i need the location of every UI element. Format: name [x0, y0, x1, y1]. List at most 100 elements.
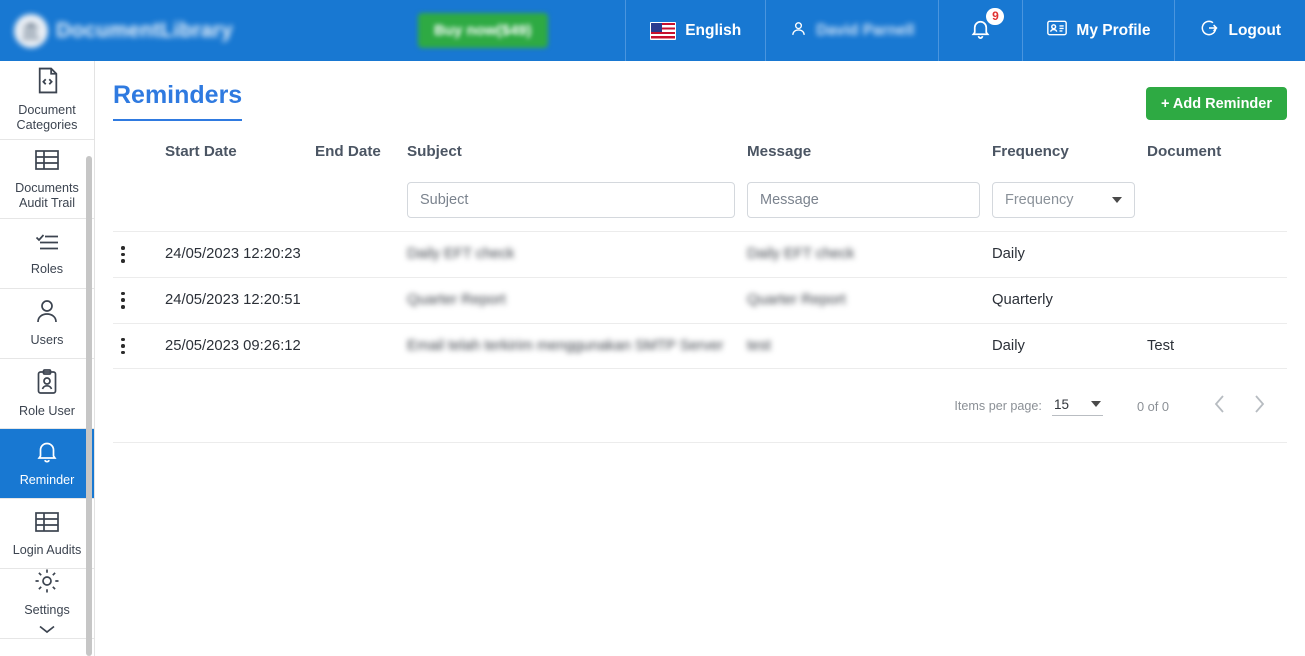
filter-cell-frequency: Frequency: [992, 174, 1147, 232]
sidebar-item-label: Documents Audit Trail: [15, 180, 79, 210]
user-account-menu[interactable]: David Parnell: [765, 0, 938, 61]
top-header-bar: DocumentLibrary Buy now($49) English Dav…: [0, 0, 1305, 61]
column-header-subject: Subject: [407, 143, 462, 160]
column-header-message: Message: [747, 143, 812, 160]
row-menu-cell: [113, 277, 165, 324]
filter-cell-document: [1147, 174, 1287, 232]
code-file-icon: [35, 67, 60, 99]
table-row[interactable]: 25/05/2023 09:26:12 Email telah terkirim…: [113, 323, 1287, 370]
kebab-menu-icon[interactable]: [113, 246, 165, 263]
column-header-document: Document: [1147, 143, 1222, 160]
cell-subject-text: Quarter Report: [407, 292, 506, 309]
sidebar-item-label: Users: [30, 333, 64, 347]
cell-message: Quarter Report: [747, 277, 992, 324]
language-selector[interactable]: English: [625, 0, 765, 61]
cell-subject-text: Email telah terkirim menggunakan SMTP Se…: [407, 337, 724, 354]
column-header-menu: [113, 143, 165, 174]
cell-subject: Email telah terkirim menggunakan SMTP Se…: [407, 323, 747, 370]
items-per-page-label: Items per page:: [954, 399, 1042, 414]
cell-document: [1147, 231, 1287, 278]
id-card-icon: [1047, 20, 1068, 41]
sidebar-item-reminder[interactable]: Reminder: [0, 429, 94, 499]
items-per-page-select[interactable]: 15: [1051, 396, 1103, 416]
cell-subject-text: Daily EFT check: [407, 246, 515, 263]
next-page-button[interactable]: [1239, 386, 1279, 426]
sidebar-item-document-categories[interactable]: Document Categories: [0, 61, 94, 140]
us-flag-icon: [650, 21, 677, 40]
sidebar-item-role-user[interactable]: Role User: [0, 359, 94, 429]
filter-cell-message: [747, 174, 992, 232]
cell-subject: Daily EFT check: [407, 231, 747, 278]
cell-message-text: test: [747, 337, 771, 354]
sidebar-item-roles[interactable]: Roles: [0, 219, 94, 289]
logout-icon: [1199, 18, 1219, 43]
library-building-icon: [14, 13, 48, 48]
chevron-down-icon: [1090, 401, 1101, 408]
cell-end-date: [315, 231, 407, 278]
filter-cell-menu: [113, 174, 165, 232]
cell-start-date: 25/05/2023 09:26:12: [165, 323, 315, 370]
bell-icon: 9: [969, 7, 1005, 45]
header-flex-gap: [548, 0, 626, 61]
header-spacer: [300, 0, 418, 61]
filter-cell-start-date: [165, 174, 315, 232]
reminders-table: Start Date End Date Subject Message Freq…: [113, 143, 1287, 370]
cell-message-text: Quarter Report: [747, 292, 846, 309]
gear-icon: [34, 568, 60, 599]
sidebar-item-label: Login Audits: [12, 542, 82, 557]
brand-logo-area[interactable]: DocumentLibrary: [0, 0, 300, 61]
table-paginator: Items per page: 15 0 of 0: [113, 369, 1287, 444]
buy-now-button[interactable]: Buy now($49): [418, 13, 548, 48]
cell-document: Test: [1147, 323, 1287, 370]
cell-subject: Quarter Report: [407, 277, 747, 324]
logout-button[interactable]: Logout: [1174, 0, 1305, 61]
page-title: Reminders: [113, 81, 243, 121]
page-header: Reminders + Add Reminder: [113, 61, 1287, 121]
cell-document: [1147, 277, 1287, 324]
main-content: Reminders + Add Reminder Start Date End …: [95, 61, 1305, 656]
sidebar-item-label: Document Categories: [16, 103, 78, 132]
left-sidebar: Document Categories Documents Audit Trai…: [0, 61, 95, 656]
sidebar-item-users[interactable]: Users: [0, 289, 94, 359]
table-icon: [34, 148, 60, 177]
table-row[interactable]: 24/05/2023 12:20:23 Daily EFT check Dail…: [113, 231, 1287, 278]
person-icon: [790, 20, 807, 42]
bell-icon: [35, 439, 59, 469]
add-reminder-button[interactable]: + Add Reminder: [1145, 87, 1287, 120]
chevron-down-icon[interactable]: [38, 621, 56, 639]
sidebar-item-login-audits[interactable]: Login Audits: [0, 499, 94, 569]
message-filter-input[interactable]: [747, 182, 980, 218]
row-menu-cell: [113, 323, 165, 370]
table-header: Start Date End Date Subject Message Freq…: [113, 143, 1287, 174]
row-menu-cell: [113, 231, 165, 278]
logout-label: Logout: [1228, 21, 1281, 39]
user-name-label: David Parnell: [816, 21, 915, 39]
subject-filter-input[interactable]: [407, 182, 735, 218]
cell-frequency: Daily: [992, 231, 1147, 278]
sidebar-item-settings[interactable]: Settings: [0, 569, 94, 639]
kebab-menu-icon[interactable]: [113, 291, 165, 309]
kebab-menu-icon[interactable]: [113, 337, 165, 355]
cell-message: Daily EFT check: [747, 231, 992, 278]
sidebar-item-label: Roles: [30, 261, 64, 276]
sidebar-item-documents-audit-trail[interactable]: Documents Audit Trail: [0, 140, 94, 219]
cell-end-date: [315, 277, 407, 324]
items-per-page-value: 15: [1053, 396, 1069, 412]
cell-start-date: 24/05/2023 12:20:23: [165, 231, 315, 278]
frequency-filter-select[interactable]: Frequency: [992, 182, 1135, 218]
notifications-button[interactable]: 9: [938, 0, 1022, 61]
my-profile-button[interactable]: My Profile: [1022, 0, 1174, 61]
sidebar-scrollbar[interactable]: [86, 156, 92, 656]
filter-cell-subject: [407, 174, 747, 232]
column-header-start-date: Start Date: [165, 143, 237, 160]
sidebar-item-label: Role User: [19, 403, 75, 418]
page-range-label: 0 of 0: [1136, 398, 1169, 414]
app-root: DocumentLibrary Buy now($49) English Dav…: [0, 0, 1305, 656]
cell-frequency: Daily: [992, 323, 1147, 370]
table-filter-row: Frequency: [113, 174, 1287, 232]
previous-page-button[interactable]: [1199, 386, 1239, 426]
chevron-right-icon: [1253, 394, 1266, 419]
table-row[interactable]: 24/05/2023 12:20:51 Quarter Report Quart…: [113, 277, 1287, 324]
checklist-icon: [34, 231, 60, 258]
sidebar-item-label: Reminder: [19, 473, 75, 487]
